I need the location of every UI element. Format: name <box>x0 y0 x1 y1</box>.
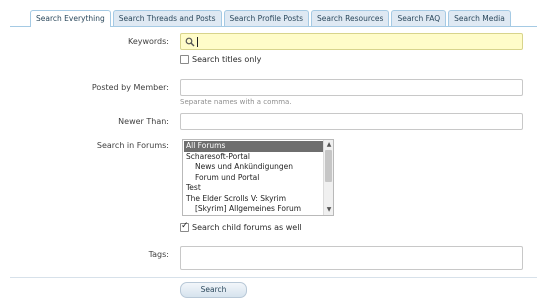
search-button[interactable]: Search <box>180 282 247 298</box>
forum-option[interactable]: News und Ankündigungen <box>184 162 323 173</box>
tags-input[interactable] <box>180 246 523 270</box>
keywords-input[interactable] <box>180 33 523 50</box>
scroll-thumb[interactable] <box>325 150 332 182</box>
search-icon <box>185 37 195 47</box>
titles-only-checkbox[interactable] <box>180 55 189 64</box>
tab-search-everything[interactable]: Search Everything <box>30 10 111 27</box>
child-forums-row[interactable]: Search child forums as well <box>180 221 302 232</box>
tab-search-faq[interactable]: Search FAQ <box>391 10 447 26</box>
search-tabs: Search Everything Search Threads and Pos… <box>30 10 513 27</box>
newer-than-label: Newer Than: <box>118 117 169 126</box>
tab-search-media[interactable]: Search Media <box>448 10 511 26</box>
titles-only-row[interactable]: Search titles only <box>180 55 261 64</box>
form-divider <box>10 277 537 278</box>
posted-by-input[interactable] <box>180 79 523 96</box>
forum-option[interactable]: All Forums <box>184 141 323 152</box>
keywords-label: Keywords: <box>127 37 169 46</box>
forum-option[interactable]: [Skyrim] Allgemeines Forum <box>184 204 323 215</box>
forums-select[interactable]: All Forums Scharesoft-Portal News und An… <box>182 139 334 216</box>
forum-option[interactable]: Forum und Portal <box>184 173 323 184</box>
child-forums-checkbox[interactable] <box>180 221 189 232</box>
tab-search-profile-posts[interactable]: Search Profile Posts <box>223 10 309 26</box>
forum-option[interactable]: The Elder Scrolls V: Skyrim <box>184 194 323 205</box>
scroll-down-arrow-icon[interactable]: ▼ <box>325 206 333 214</box>
posted-by-label: Posted by Member: <box>91 83 169 92</box>
tags-label: Tags: <box>148 250 169 259</box>
tab-search-resources[interactable]: Search Resources <box>311 10 390 26</box>
forum-option[interactable]: Scharesoft-Portal <box>184 152 323 163</box>
child-forums-label: Search child forums as well <box>192 223 302 232</box>
forums-options: All Forums Scharesoft-Portal News und An… <box>184 141 323 215</box>
forums-scrollbar[interactable]: ▲ ▼ <box>323 140 333 215</box>
forum-option[interactable]: Test <box>184 183 323 194</box>
scroll-up-arrow-icon[interactable]: ▲ <box>325 141 333 149</box>
tab-search-threads-posts[interactable]: Search Threads and Posts <box>112 10 222 26</box>
titles-only-label: Search titles only <box>192 55 262 64</box>
posted-by-hint: Separate names with a comma. <box>180 98 292 106</box>
text-caret <box>197 37 198 47</box>
forums-label: Search in Forums: <box>96 141 169 150</box>
newer-than-input[interactable] <box>180 113 523 130</box>
